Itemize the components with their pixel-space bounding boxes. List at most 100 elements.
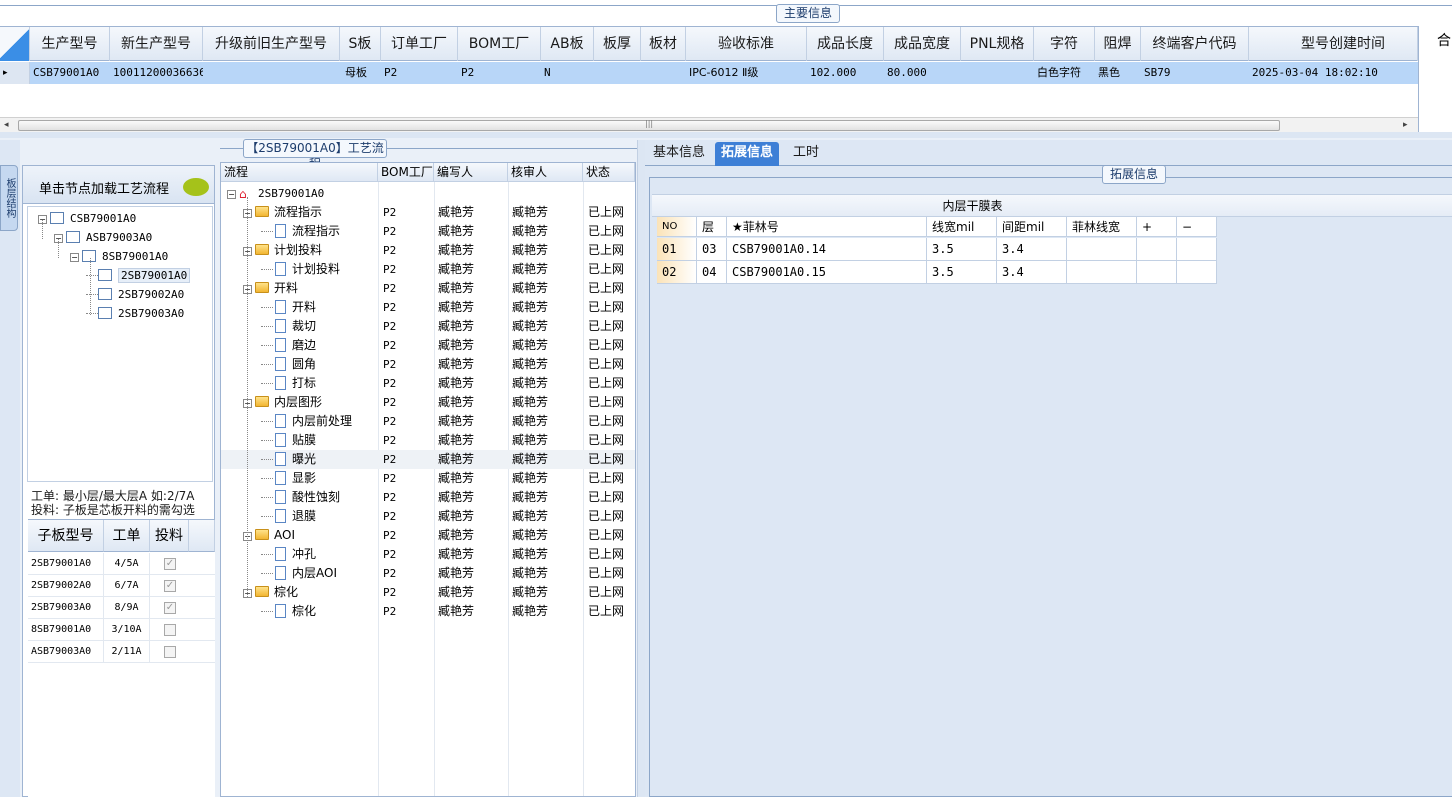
tab-2[interactable]: 拓展信息 <box>715 142 780 166</box>
column-header-1[interactable]: 生产型号 <box>30 27 110 61</box>
layer[interactable]: 03 <box>697 238 727 260</box>
film-column-header-6[interactable]: 菲林线宽 <box>1067 217 1137 237</box>
horizontal-splitter[interactable] <box>0 132 1452 138</box>
main-info-grid[interactable]: 生产型号 新生产型号 升级前旧生产型号 S板 订单工厂 BOM工厂 AB板 板厚 板材 验收标准成… <box>0 26 1418 117</box>
flow-node[interactable]: 内层前处理 <box>261 412 352 431</box>
flow-row[interactable]: 流程指示 P2 臧艳芳 臧艳芳 已上网 <box>221 222 635 241</box>
film-column-header-4[interactable]: 线宽mil <box>927 217 997 237</box>
column-header-17[interactable]: 型号创建时间 <box>1249 27 1418 61</box>
column-header-6[interactable]: BOM工厂 <box>458 27 541 61</box>
tab-3[interactable]: 工时 <box>787 142 825 166</box>
feed-checkbox[interactable] <box>164 646 176 658</box>
cell-5[interactable]: P2 <box>381 62 458 84</box>
flow-node[interactable]: 圆角 <box>261 355 316 374</box>
flow-node[interactable]: 贴膜 <box>261 431 316 450</box>
table-row[interactable]: 8SB79001A0 3/10A <box>28 619 215 641</box>
line-width[interactable]: 3.5 <box>927 238 997 260</box>
sub-board-model[interactable]: 2SB79002A0 <box>31 575 104 597</box>
film-column-header-3[interactable]: ★菲林号 <box>727 217 927 237</box>
flow-node[interactable]: 流程指示 <box>261 222 340 241</box>
column-header-13[interactable]: PNL规格 <box>961 27 1034 61</box>
cell-7[interactable]: N <box>541 62 594 84</box>
tree-node[interactable]: 2SB79002A0 <box>86 286 184 304</box>
process-flow-tree[interactable]: 流程 BOM工厂 编写人 核审人 状态 − ⌂ 2SB79001A0− 流程指示 P2 臧艳芳 臧艳… <box>220 162 636 797</box>
column-header-8[interactable]: 板厚 <box>594 27 641 61</box>
sub-board-model[interactable]: 2SB79003A0 <box>31 597 104 619</box>
flow-row[interactable]: 显影 P2 臧艳芳 臧艳芳 已上网 <box>221 469 635 488</box>
column-header-14[interactable]: 字符 <box>1034 27 1095 61</box>
feed-checkbox[interactable] <box>164 624 176 636</box>
film-row[interactable]: 01 03 CSB79001A0.14 3.5 3.4 <box>657 238 1217 261</box>
flow-row[interactable]: 圆角 P2 臧艳芳 臧艳芳 已上网 <box>221 355 635 374</box>
column-header-3[interactable]: 升级前旧生产型号 <box>203 27 340 61</box>
column-header-10[interactable]: 验收标准 <box>686 27 807 61</box>
film-number[interactable]: CSB79001A0.14 <box>727 238 927 260</box>
cell-17[interactable]: 2025-03-04 18:02:10 <box>1249 62 1418 84</box>
flow-row[interactable]: 贴膜 P2 臧艳芳 臧艳芳 已上网 <box>221 431 635 450</box>
work-order[interactable]: 8/9A <box>104 597 150 619</box>
flow-row[interactable]: 磨边 P2 臧艳芳 臧艳芳 已上网 <box>221 336 635 355</box>
column-header-4[interactable]: S板 <box>340 27 381 61</box>
flow-column-header-1[interactable]: 流程 <box>221 163 378 182</box>
cell-1[interactable]: CSB79001A0 <box>30 62 110 84</box>
scroll-right-icon[interactable]: ▸ <box>1403 118 1408 133</box>
flow-row[interactable]: 棕化 P2 臧艳芳 臧艳芳 已上网 <box>221 602 635 621</box>
flow-node[interactable]: 开料 <box>261 298 316 317</box>
flow-row[interactable]: 冲孔 P2 臧艳芳 臧艳芳 已上网 <box>221 545 635 564</box>
flow-node[interactable]: 显影 <box>261 469 316 488</box>
feed-checkbox[interactable]: ✓ <box>164 602 176 614</box>
film-line-width[interactable] <box>1067 238 1137 260</box>
flow-node[interactable]: 冲孔 <box>261 545 316 564</box>
flow-column-header-5[interactable]: 状态 <box>583 163 635 182</box>
film-no[interactable]: 01 <box>657 238 697 260</box>
structure-tree[interactable]: − CSB79001A0− ASB79003A0 − 8SB79001A0 2SB7900… <box>27 206 213 482</box>
sub-board-model[interactable]: 8SB79001A0 <box>31 619 104 641</box>
table-row[interactable]: 2SB79001A0 4/5A ✓ <box>28 553 215 575</box>
work-order[interactable]: 2/11A <box>104 641 150 663</box>
cell-15[interactable]: 黑色 <box>1095 62 1141 84</box>
flow-row[interactable]: 计划投料 P2 臧艳芳 臧艳芳 已上网 <box>221 260 635 279</box>
flow-node[interactable]: 内层AOI <box>261 564 337 583</box>
film-column-header-5[interactable]: 间距mil <box>997 217 1067 237</box>
column-header-12[interactable]: 成品宽度 <box>884 27 961 61</box>
spacing[interactable]: 3.4 <box>997 261 1067 283</box>
cell-4[interactable]: 母板 <box>340 62 381 84</box>
flow-row[interactable]: 开料 P2 臧艳芳 臧艳芳 已上网 <box>221 298 635 317</box>
cell-14[interactable]: 白色字符 <box>1034 62 1095 84</box>
grid-header-2[interactable]: 工单 <box>104 520 150 552</box>
flow-node[interactable]: − 内层图形 <box>243 393 322 412</box>
film-no[interactable]: 02 <box>657 261 697 283</box>
inner-dry-film-table[interactable]: 内层干膜表 NO 层 ★菲林号 线宽mil 间距mil 菲林线宽 + −01 03 CSB7900… <box>652 194 1452 796</box>
cell-12[interactable]: 80.000 <box>884 62 961 84</box>
spacing[interactable]: 3.4 <box>997 238 1067 260</box>
flow-node[interactable]: − 流程指示 <box>243 203 322 222</box>
column-header-16[interactable]: 终端客户代码 <box>1141 27 1249 61</box>
feed-checkbox[interactable]: ✓ <box>164 580 176 592</box>
horizontal-scrollbar[interactable]: ◂ ||| ▸ <box>0 117 1418 132</box>
flow-column-header-3[interactable]: 编写人 <box>434 163 508 182</box>
flow-node[interactable]: 棕化 <box>261 602 316 621</box>
sub-board-grid[interactable]: 子板型号 工单 投料 2SB79001A0 4/5A ✓ 2SB79002A0 6/7A ✓ 2S… <box>28 519 215 797</box>
film-number[interactable]: CSB79001A0.15 <box>727 261 927 283</box>
tree-node[interactable]: − 8SB79001A0 <box>70 248 168 266</box>
tree-node[interactable]: 2SB79001A0 <box>86 267 191 285</box>
flow-node[interactable]: − AOI <box>243 526 295 545</box>
table-row[interactable]: 2SB79003A0 8/9A ✓ <box>28 597 215 619</box>
cell-3[interactable] <box>203 62 340 84</box>
flow-row[interactable]: 曝光 P2 臧艳芳 臧艳芳 已上网 <box>221 450 635 469</box>
column-header-15[interactable]: 阻焊 <box>1095 27 1141 61</box>
flow-row[interactable]: − 流程指示 P2 臧艳芳 臧艳芳 已上网 <box>221 203 635 222</box>
flow-column-header-2[interactable]: BOM工厂 <box>378 163 434 182</box>
flow-row[interactable]: − 计划投料 P2 臧艳芳 臧艳芳 已上网 <box>221 241 635 260</box>
flow-row[interactable]: − AOI P2 臧艳芳 臧艳芳 已上网 <box>221 526 635 545</box>
table-row[interactable]: ▸ CSB79001A0 10011200036636 母板 P2 P2 N IPC-601… <box>0 62 1418 84</box>
grid-corner[interactable] <box>0 27 30 61</box>
flow-node[interactable]: 酸性蚀刻 <box>261 488 340 507</box>
cell-16[interactable]: SB79 <box>1141 62 1249 84</box>
column-header-11[interactable]: 成品长度 <box>807 27 884 61</box>
film-column-header-8[interactable]: − <box>1177 217 1217 237</box>
layer[interactable]: 04 <box>697 261 727 283</box>
expander-icon[interactable]: − <box>70 253 79 262</box>
flow-row[interactable]: − 棕化 P2 臧艳芳 臧艳芳 已上网 <box>221 583 635 602</box>
flow-node[interactable]: − 计划投料 <box>243 241 322 260</box>
